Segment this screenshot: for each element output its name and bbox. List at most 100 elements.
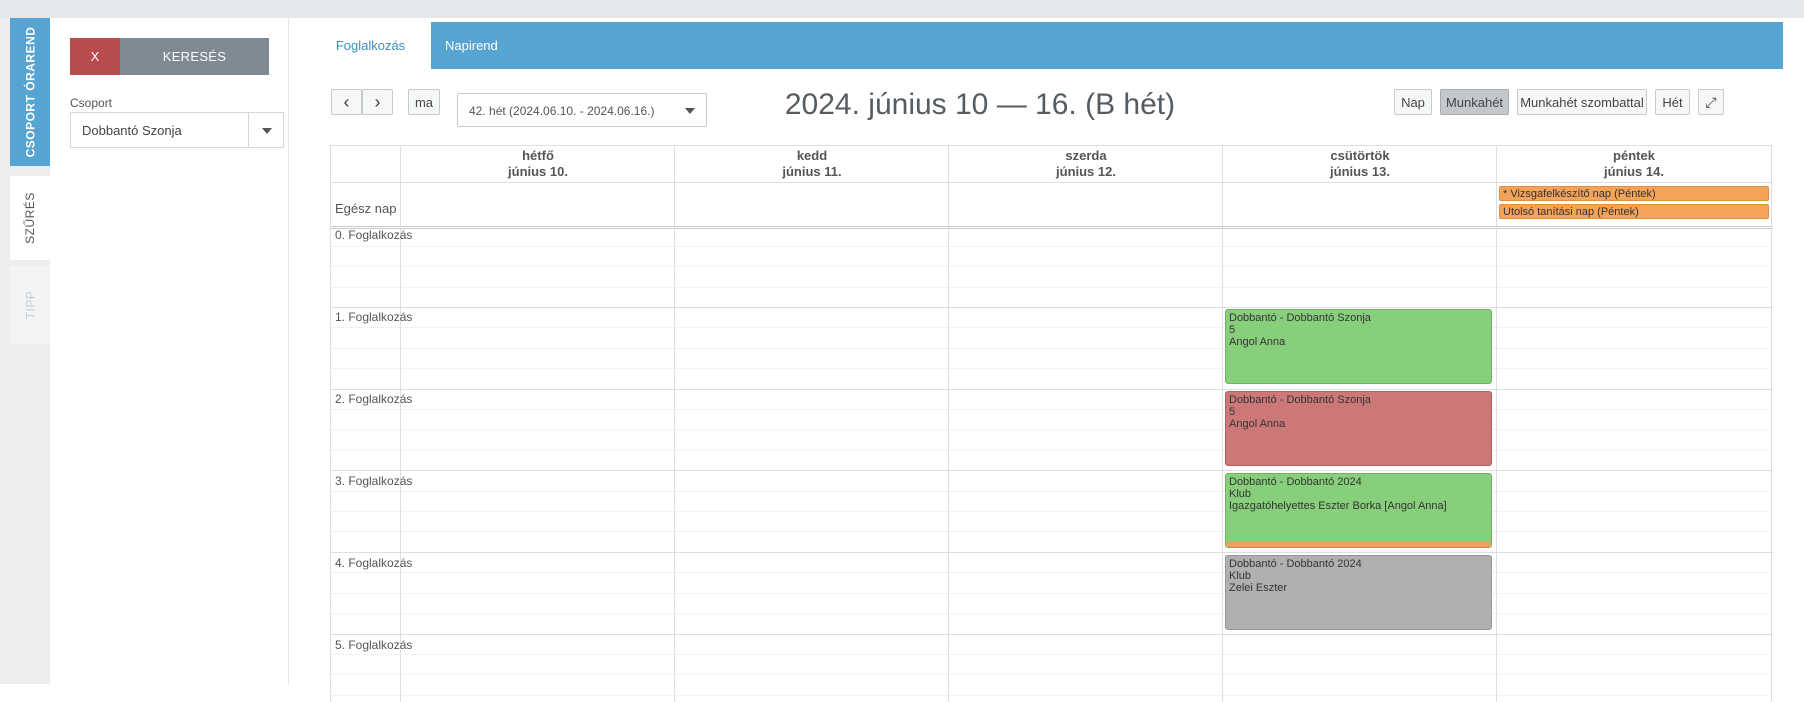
event-teacher: Angol Anna	[1229, 418, 1286, 430]
event-title: Dobbantó - Dobbantó Szonja	[1229, 394, 1371, 406]
event-teacher: Igazgatóhelyettes Eszter Borka [Angol An…	[1229, 500, 1447, 512]
day-header-tuesday: kedd június 11.	[693, 148, 931, 180]
day-date: június 11.	[782, 164, 842, 179]
grid-line	[331, 552, 1773, 553]
page-title: 2024. június 10 — 16. (B hét)	[784, 88, 1176, 121]
day-date: június 13.	[1330, 164, 1390, 179]
group-select-value: Dobbantó Szonja	[82, 123, 182, 138]
event-title: Utolsó tanítási nap (Péntek)	[1503, 206, 1639, 218]
week-select-value: 42. hét (2024.06.10. - 2024.06.16.)	[469, 104, 655, 118]
day-name: szerda	[1065, 148, 1107, 163]
event-room: Klub	[1229, 488, 1252, 500]
today-button[interactable]: ma	[408, 89, 440, 115]
grid-line	[331, 389, 1773, 390]
tab-tipp[interactable]: TIPP	[10, 266, 50, 344]
day-name: péntek	[1613, 148, 1655, 163]
grid-line	[331, 634, 1773, 635]
day-name: kedd	[796, 148, 828, 163]
lesson-event[interactable]: Dobbantó - Dobbantó Szonja 5 Angol Anna	[1225, 309, 1492, 384]
grid-line	[331, 572, 1773, 573]
day-date: június 14.	[1604, 164, 1664, 179]
period-label: 0. Foglalkozás	[335, 228, 413, 242]
event-title: Dobbantó - Dobbantó 2024	[1229, 476, 1362, 488]
allday-label: Egész nap	[335, 201, 397, 216]
lesson-event[interactable]: Dobbantó - Dobbantó Szonja 5 Angol Anna	[1225, 391, 1492, 466]
fullscreen-button[interactable]: ⤢	[1698, 89, 1724, 115]
tab-szures[interactable]: SZŰRÉS	[10, 176, 50, 260]
vertical-tab-bar: CSOPORT ÓRAREND SZŰRÉS TIPP	[0, 18, 50, 684]
day-name: hétfő	[522, 148, 554, 163]
top-strip	[0, 0, 1804, 18]
view-tab-bar: Foglalkozás Napirend	[310, 22, 1783, 69]
period-label: 1. Foglalkozás	[335, 310, 413, 324]
event-teacher: Zelei Eszter	[1229, 582, 1288, 594]
view-nap-button[interactable]: Nap	[1394, 89, 1432, 115]
day-header-thursday: csütörtök június 13.	[1241, 148, 1479, 180]
grid-line	[331, 266, 1773, 267]
day-header-wednesday: szerda június 12.	[967, 148, 1205, 180]
chevron-right-icon: ›	[374, 92, 381, 112]
allday-event[interactable]: Utolsó tanítási nap (Péntek)	[1499, 204, 1769, 219]
lesson-event[interactable]: Dobbantó - Dobbantó 2024 Klub Zelei Eszt…	[1225, 555, 1492, 630]
chevron-down-icon	[262, 128, 272, 134]
period-label: 4. Foglalkozás	[335, 556, 413, 570]
chevron-left-icon: ‹	[343, 92, 350, 112]
lesson-event[interactable]: Dobbantó - Dobbantó 2024 Klub Igazgatóhe…	[1225, 473, 1492, 548]
view-munkahet-szombattal-button[interactable]: Munkahét szombattal	[1517, 89, 1647, 115]
tab-napirend[interactable]: Napirend	[431, 22, 512, 69]
calendar-grid: hétfő június 10. kedd június 11. szerda …	[330, 145, 1773, 702]
event-title: Dobbantó - Dobbantó Szonja	[1229, 312, 1371, 324]
prev-week-button[interactable]: ‹	[331, 89, 362, 115]
tab-foglalkozas[interactable]: Foglalkozás	[310, 22, 431, 69]
grid-line	[331, 409, 1773, 410]
day-header-monday: hétfő június 10.	[419, 148, 657, 180]
grid-line	[331, 429, 1773, 430]
grid-line	[674, 146, 675, 702]
view-munkahet-button[interactable]: Munkahét	[1440, 89, 1509, 115]
clear-button[interactable]: X	[70, 38, 120, 75]
tab-label: CSOPORT ÓRAREND	[23, 26, 37, 158]
next-week-button[interactable]: ›	[362, 89, 393, 115]
grid-line	[948, 146, 949, 702]
day-name: csütörtök	[1330, 148, 1390, 163]
grid-line	[1771, 146, 1772, 702]
grid-line	[331, 307, 1773, 308]
tab-label: SZŰRÉS	[23, 192, 37, 244]
grid-line	[1496, 146, 1497, 702]
day-date: június 12.	[1056, 164, 1116, 179]
expand-icon: ⤢	[1705, 93, 1717, 110]
period-label: 5. Foglalkozás	[335, 638, 413, 652]
day-date: június 10.	[508, 164, 568, 179]
grid-line	[331, 674, 1773, 675]
allday-event[interactable]: * Vizsgafelkészítő nap (Péntek)	[1499, 186, 1769, 201]
view-het-button[interactable]: Hét	[1655, 89, 1690, 115]
group-label: Csoport	[70, 96, 113, 110]
substitution-stripe	[1226, 542, 1491, 547]
grid-line	[331, 348, 1773, 349]
grid-line	[331, 613, 1773, 614]
grid-line	[331, 695, 1773, 696]
filter-buttons: X KERESÉS	[70, 38, 269, 75]
event-room: 5	[1229, 406, 1236, 418]
grid-line	[331, 470, 1773, 471]
day-header-friday: péntek június 14.	[1515, 148, 1753, 180]
event-room: 5	[1229, 324, 1236, 336]
group-select[interactable]: Dobbantó Szonja	[70, 112, 284, 148]
tab-label: TIPP	[22, 290, 37, 320]
grid-line	[331, 327, 1773, 328]
grid-line	[331, 531, 1773, 532]
grid-line	[331, 182, 1773, 183]
tab-csoport-orarend[interactable]: CSOPORT ÓRAREND	[10, 18, 50, 166]
main-content: Foglalkozás Napirend ‹ › ma 42. hét (202…	[290, 18, 1804, 702]
grid-line	[331, 654, 1773, 655]
week-select[interactable]: 42. hét (2024.06.10. - 2024.06.16.)	[457, 93, 707, 127]
event-title: * Vizsgafelkészítő nap (Péntek)	[1503, 188, 1656, 200]
event-room: Klub	[1229, 570, 1252, 582]
chevron-down-icon	[685, 108, 695, 114]
grid-line	[331, 287, 1773, 288]
filter-panel: X KERESÉS Csoport Dobbantó Szonja	[50, 18, 289, 684]
event-teacher: Angol Anna	[1229, 336, 1286, 348]
select-divider	[248, 113, 249, 147]
search-button[interactable]: KERESÉS	[120, 38, 269, 75]
grid-line	[331, 511, 1773, 512]
